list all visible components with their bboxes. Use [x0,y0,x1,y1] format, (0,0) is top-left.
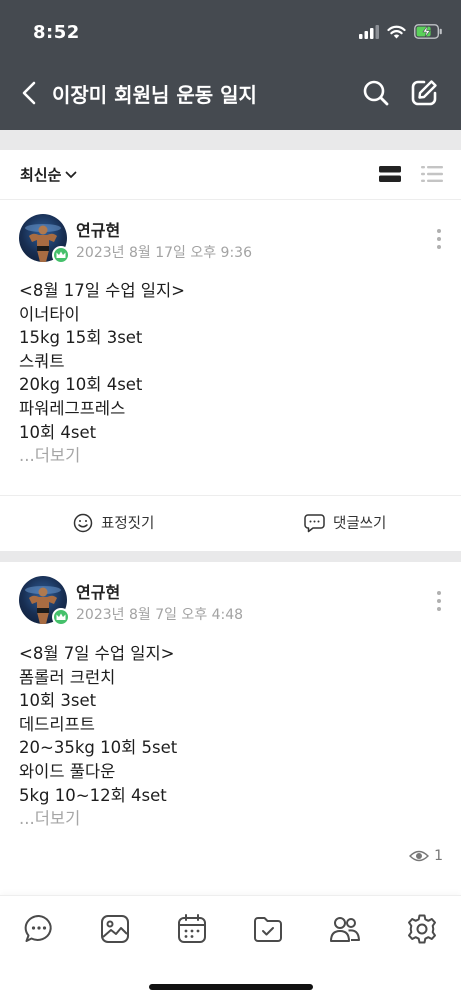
view-count: 1 [409,848,443,864]
content-line: 10회 4set [19,422,97,442]
divider [0,130,461,150]
chevron-left-icon [22,81,36,105]
app-header: 8:52 이장미 회원님 운동 일지 [0,0,461,130]
more-options-button[interactable] [435,589,443,613]
content-line: 이너타이 [19,304,80,324]
chevron-down-icon [66,171,77,178]
content-line: 15kg 15회 3set [19,328,143,348]
author-name[interactable]: 연규현 [76,217,120,241]
search-button[interactable] [361,78,391,108]
status-bar: 8:52 [0,0,461,66]
tab-files[interactable] [252,913,284,945]
edit-icon [411,80,437,106]
battery-charging-icon [414,24,443,43]
status-time: 8:52 [33,22,80,43]
crown-icon [52,608,70,626]
post-date: 2023년 8월 7일 오후 4:48 [76,607,244,623]
author-name[interactable]: 연규현 [76,579,120,603]
content-line: 와이드 풀다운 [19,761,116,781]
wifi-icon [387,24,406,43]
react-button[interactable]: 표정짓기 [73,512,154,533]
back-button[interactable] [14,78,44,108]
page-title: 이장미 회원님 운동 일지 [52,83,257,107]
tab-photos[interactable] [99,913,131,945]
post-date: 2023년 8월 17일 오후 9:36 [76,245,252,261]
crown-icon [52,246,70,264]
sort-dropdown[interactable]: 최신순 [20,164,77,185]
more-options-button[interactable] [435,227,443,251]
smile-icon [73,513,93,532]
more-vertical-icon [437,591,441,611]
comment-label: 댓글쓰기 [333,516,387,532]
content-line: 20kg 10회 4set [19,375,143,395]
write-post-button[interactable] [409,78,439,108]
content-line: 20~35kg 10회 5set [19,738,178,758]
comment-button[interactable]: 댓글쓰기 [304,512,386,533]
content-line: <8월 17일 수업 일지> [19,281,185,300]
card-view-button[interactable] [379,165,401,187]
status-icons [359,24,443,43]
content-line: <8월 7일 수업 일지> [19,644,175,663]
eye-icon [409,850,430,862]
react-label: 표정짓기 [101,516,155,532]
list-view-icon [421,166,443,182]
comment-icon [304,513,325,532]
sort-label: 최신순 [20,166,62,184]
content-line: 데드리프트 [19,714,95,734]
sort-row: 최신순 [0,150,461,200]
post-card[interactable]: 연규현 2023년 8월 7일 오후 4:48 <8월 7일 수업 일지> 폼롤… [0,562,461,882]
card-view-icon [379,166,401,182]
content-line: 폼롤러 크런치 [19,667,116,687]
chat-icon [24,914,52,942]
calendar-icon [178,914,206,943]
photo-icon [101,915,129,943]
more-vertical-icon [437,229,441,249]
search-icon [363,80,389,106]
post-content: <8월 17일 수업 일지> 이너타이 15kg 15회 3set 스쿼트 20… [19,279,439,468]
signal-icon [359,24,379,43]
members-icon [330,917,360,942]
read-more-link[interactable]: ...더보기 [19,807,439,831]
list-view-button[interactable] [421,165,443,187]
content-line: 5kg 10~12회 4set [19,785,167,805]
home-indicator [149,984,313,990]
divider [0,551,461,562]
tab-members[interactable] [329,913,361,945]
settings-icon [408,914,436,944]
post-actions: 표정짓기 댓글쓰기 [0,495,461,551]
tab-calendar[interactable] [176,913,208,945]
tab-chat[interactable] [23,913,55,945]
tab-settings[interactable] [406,913,438,945]
view-count-value: 1 [434,848,443,864]
content-line: 파워레그프레스 [19,398,126,418]
post-content: <8월 7일 수업 일지> 폼롤러 크런치 10회 3set 데드리프트 20~… [19,642,439,831]
nav-bar: 이장미 회원님 운동 일지 [0,66,461,122]
folder-check-icon [254,917,282,942]
content-line: 10회 3set [19,691,97,711]
content-line: 스쿼트 [19,351,65,371]
post-card[interactable]: 연규현 2023년 8월 17일 오후 9:36 <8월 17일 수업 일지> … [0,200,461,495]
read-more-link[interactable]: ...더보기 [19,444,439,468]
